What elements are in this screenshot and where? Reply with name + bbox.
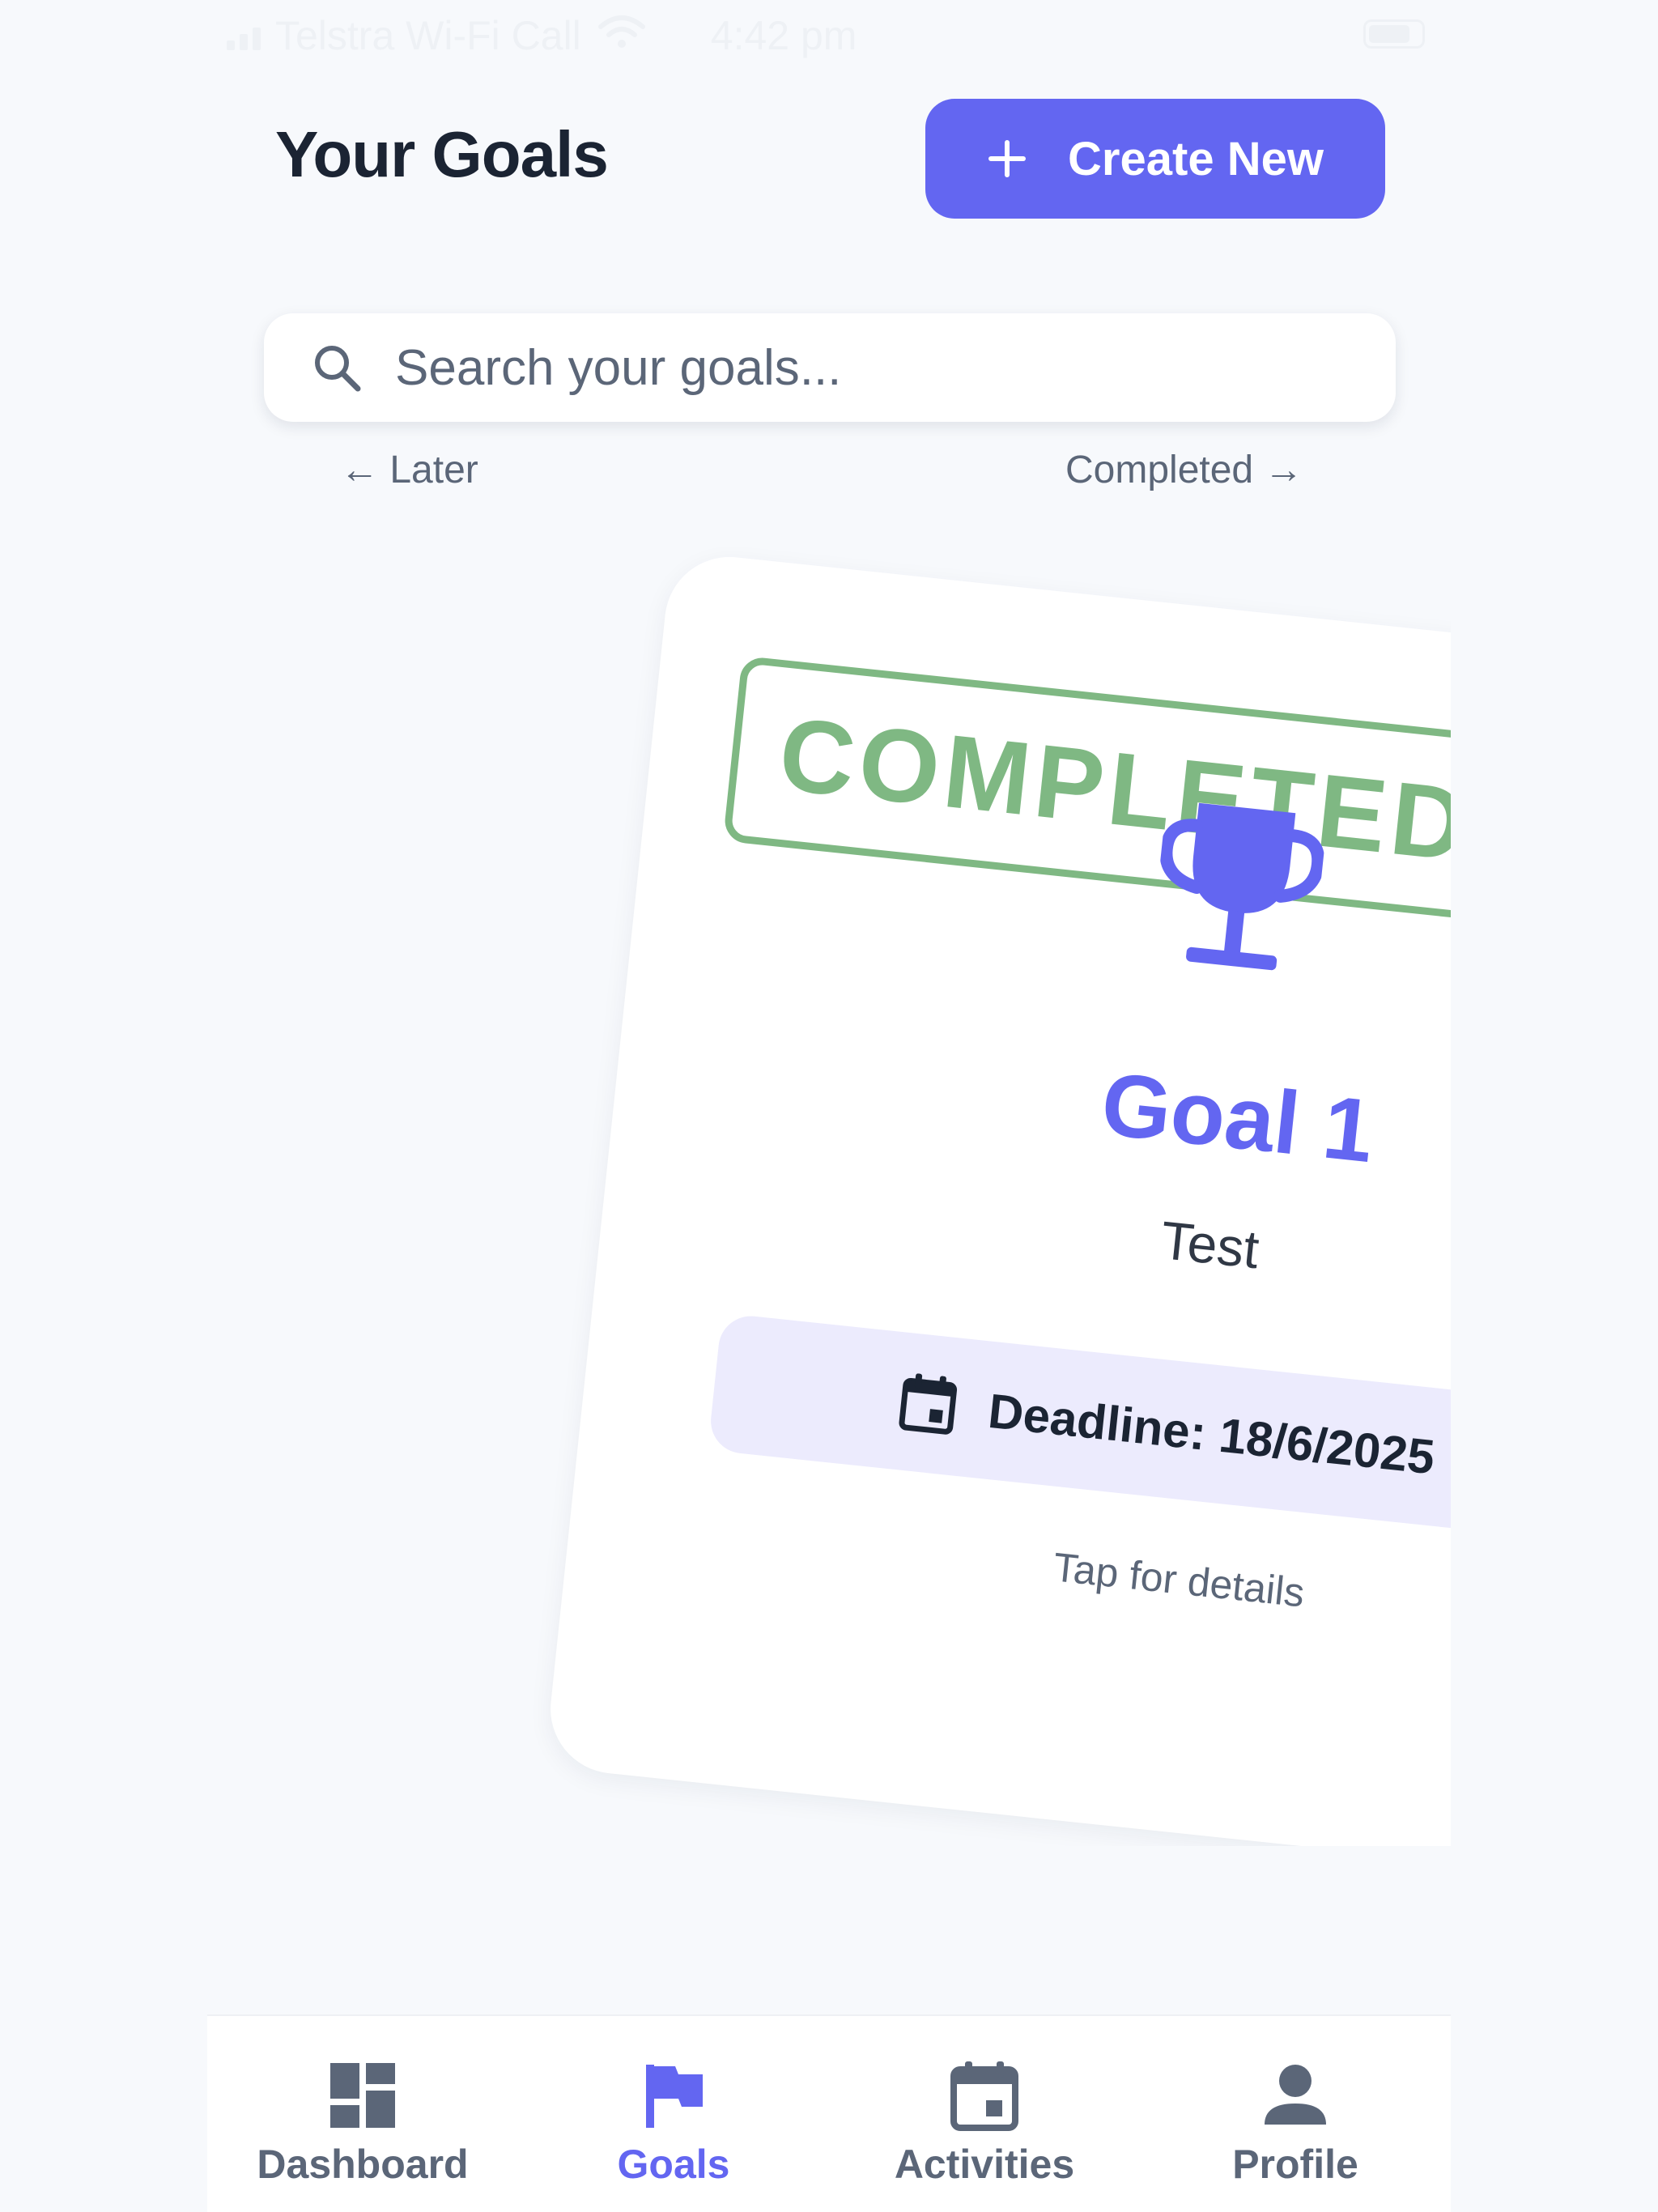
nav-item-activities[interactable]: Activities <box>829 2016 1140 2212</box>
clock-label: 4:42 pm <box>710 13 857 58</box>
goal-title: Goal 1 <box>1097 1053 1379 1182</box>
plus-icon <box>988 140 1027 177</box>
search-input[interactable] <box>393 338 1287 398</box>
deadline-text: Deadline: 18/6/2025 <box>985 1383 1438 1484</box>
page-title: Your Goals <box>275 118 609 190</box>
deadline-badge: Deadline: 18/6/2025 <box>708 1312 1451 1543</box>
calendar-icon <box>950 2061 1018 2131</box>
nav-item-profile[interactable]: Profile <box>1140 2016 1451 2212</box>
tap-for-details-hint: Tap for details <box>1051 1544 1307 1616</box>
dashboard-icon <box>330 2063 395 2128</box>
search-icon <box>315 346 361 392</box>
status-bar: Telstra Wi-Fi Call 4:42 pm <box>227 11 1425 60</box>
search-box[interactable] <box>264 313 1396 422</box>
person-icon <box>1265 2065 1326 2125</box>
nav-label-goals: Goals <box>617 2142 730 2187</box>
flag-icon <box>646 2065 703 2128</box>
create-new-button[interactable]: Create New <box>925 99 1385 219</box>
nav-label-activities: Activities <box>894 2142 1075 2187</box>
goal-description: Test <box>1158 1210 1262 1280</box>
nav-item-dashboard[interactable]: Dashboard <box>207 2016 518 2212</box>
battery-icon <box>1363 19 1425 49</box>
nav-item-goals[interactable]: Goals <box>518 2016 829 2212</box>
wifi-icon <box>597 11 646 60</box>
carrier-label: Telstra Wi-Fi Call <box>275 13 581 58</box>
completed-stamp: COMPLETED <box>722 655 1451 934</box>
calendar-icon <box>899 1373 958 1435</box>
nav-label-profile: Profile <box>1232 2142 1358 2187</box>
trophy-icon <box>1159 802 1325 971</box>
goals-screen: Telstra Wi-Fi Call 4:42 pm Your Goals Cr… <box>0 0 1658 2212</box>
goal-card[interactable]: COMPLETED Goal 1 Test Deadline: 18/6/202… <box>544 551 1451 1846</box>
signal-icon <box>227 21 261 50</box>
create-new-label: Create New <box>1068 132 1324 185</box>
bottom-nav: Dashboard Goals Activities Profile <box>207 2014 1451 2212</box>
nav-label-dashboard: Dashboard <box>257 2142 469 2187</box>
card-stack: COMPLETED Goal 1 Test Deadline: 18/6/202… <box>0 486 1451 1846</box>
